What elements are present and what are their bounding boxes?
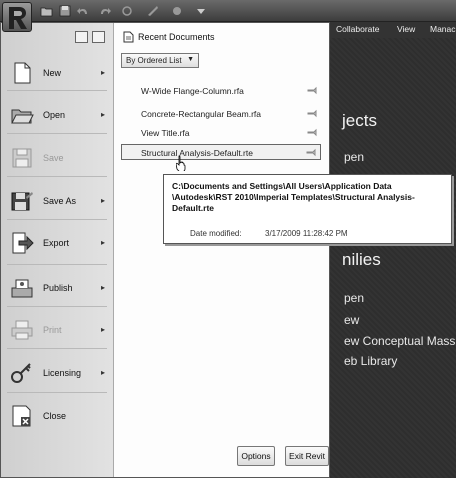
recent-documents-view-icon[interactable] (75, 31, 88, 43)
menu-item-label: Save As (43, 196, 77, 206)
print-icon (10, 318, 34, 342)
close-doc-icon (10, 404, 34, 428)
divider (7, 348, 107, 349)
tag-icon[interactable] (170, 4, 184, 18)
menu-item-publish[interactable]: Publish ▸ (1, 271, 114, 307)
save-as-icon (10, 189, 34, 213)
new-doc-icon (10, 61, 34, 85)
recent-document-item[interactable]: Concrete-Rectangular Beam.rfa (121, 106, 321, 122)
tooltip-file-path: C:\Documents and Settings\All Users\Appl… (172, 181, 452, 214)
tab-collaborate[interactable]: Collaborate (336, 24, 379, 34)
application-button[interactable] (2, 2, 32, 32)
document-name: W-Wide Flange-Column.rfa (141, 86, 244, 96)
menu-item-open[interactable]: Open ▸ (1, 98, 114, 134)
measure-icon[interactable] (146, 4, 160, 18)
options-button[interactable]: Options (237, 446, 275, 466)
order-dropdown-value: By Ordered List (126, 56, 182, 65)
dropdown-arrow-icon[interactable] (194, 4, 208, 18)
open-documents-view-icon[interactable] (92, 31, 105, 43)
divider (7, 219, 107, 220)
submenu-arrow-icon: ▸ (101, 238, 106, 247)
families-heading: nilies (342, 250, 381, 269)
undo-icon[interactable] (76, 4, 90, 18)
document-name: View Title.rfa (141, 128, 190, 138)
families-web-library-link[interactable]: eb Library (344, 354, 397, 368)
divider (7, 392, 107, 393)
application-menu: New ▸ Open ▸ Save Save As ▸ Export ▸ Pub… (0, 22, 330, 478)
divider (7, 90, 107, 91)
key-icon (10, 361, 34, 385)
submenu-arrow-icon: ▸ (101, 110, 106, 119)
hand-cursor-icon (175, 155, 188, 173)
submenu-arrow-icon: ▸ (101, 196, 106, 205)
recent-document-item[interactable]: View Title.rfa (121, 125, 321, 141)
pin-icon[interactable] (307, 128, 317, 137)
document-name: Concrete-Rectangular Beam.rfa (141, 109, 262, 119)
submenu-arrow-icon: ▸ (101, 325, 106, 334)
menu-item-export[interactable]: Export ▸ (1, 226, 114, 262)
submenu-arrow-icon: ▸ (101, 283, 106, 292)
recent-document-item[interactable]: W-Wide Flange-Column.rfa (121, 83, 321, 99)
date-modified-label: Date modified: (190, 229, 242, 238)
recent-document-item-selected[interactable]: Structural Analysis-Default.rte (121, 144, 321, 160)
pin-icon[interactable] (306, 148, 316, 157)
projects-open-link[interactable]: pen (344, 150, 364, 164)
divider (7, 133, 107, 134)
order-dropdown[interactable]: By Ordered List ▼ (121, 53, 199, 68)
document-name: Structural Analysis-Default.rte (141, 148, 253, 158)
path-line: C:\Documents and Settings\All Users\Appl… (172, 181, 392, 191)
menu-item-label: Print (43, 325, 62, 335)
export-icon (10, 231, 34, 255)
sync-icon[interactable] (120, 4, 134, 18)
tab-view[interactable]: View (397, 24, 415, 34)
menu-item-label: Export (43, 238, 70, 248)
divider (7, 264, 107, 265)
exit-revit-button[interactable]: Exit Revit (285, 446, 329, 466)
ribbon-tab-strip: Collaborate View Manac (330, 22, 456, 38)
save-disk-icon (10, 146, 34, 170)
menu-item-label: Publish (43, 283, 73, 293)
path-line: \Autodesk\RST 2010\Imperial Templates\St… (172, 192, 415, 202)
recent-documents-icon (123, 31, 134, 45)
document-path-tooltip: C:\Documents and Settings\All Users\Appl… (163, 174, 452, 244)
projects-heading: jects (342, 111, 377, 130)
families-new-conceptual-mass-link[interactable]: ew Conceptual Mass (344, 334, 455, 348)
submenu-arrow-icon: ▸ (101, 68, 106, 77)
menu-item-print[interactable]: Print ▸ (1, 313, 114, 349)
families-new-link[interactable]: ew (344, 313, 359, 327)
submenu-arrow-icon: ▸ (101, 368, 106, 377)
revit-logo-icon (9, 7, 27, 29)
tab-manage[interactable]: Manac (430, 24, 456, 34)
recent-documents-title: Recent Documents (138, 32, 215, 42)
menu-item-new[interactable]: New ▸ (1, 56, 114, 92)
menu-item-label: New (43, 68, 62, 78)
date-modified-value: 3/17/2009 11:28:42 PM (265, 229, 348, 238)
menu-item-label: Save (43, 153, 64, 163)
menu-item-label: Licensing (43, 368, 82, 378)
menu-item-licensing[interactable]: Licensing ▸ (1, 356, 114, 392)
menu-item-close[interactable]: Close (1, 399, 114, 435)
divider (7, 306, 107, 307)
menu-item-save-as[interactable]: Save As ▸ (1, 184, 114, 220)
menu-item-label: Close (43, 411, 67, 421)
menu-item-label: Open (43, 110, 66, 120)
recent-files-background: jects pen nilies pen ew ew Conceptual Ma… (330, 38, 456, 478)
redo-icon[interactable] (98, 4, 112, 18)
chevron-down-icon: ▼ (187, 56, 194, 63)
open-folder-icon (10, 103, 34, 127)
path-line: Default.rte (172, 203, 215, 213)
divider (7, 176, 107, 177)
publish-icon (10, 276, 34, 300)
menu-commands-column: New ▸ Open ▸ Save Save As ▸ Export ▸ Pub… (1, 23, 114, 477)
pin-icon[interactable] (307, 109, 317, 118)
pin-icon[interactable] (307, 86, 317, 95)
menu-item-save[interactable]: Save (1, 141, 114, 177)
open-icon[interactable] (40, 4, 54, 18)
families-open-link[interactable]: pen (344, 291, 364, 305)
save-icon[interactable] (58, 4, 72, 18)
quick-access-toolbar (0, 0, 456, 22)
